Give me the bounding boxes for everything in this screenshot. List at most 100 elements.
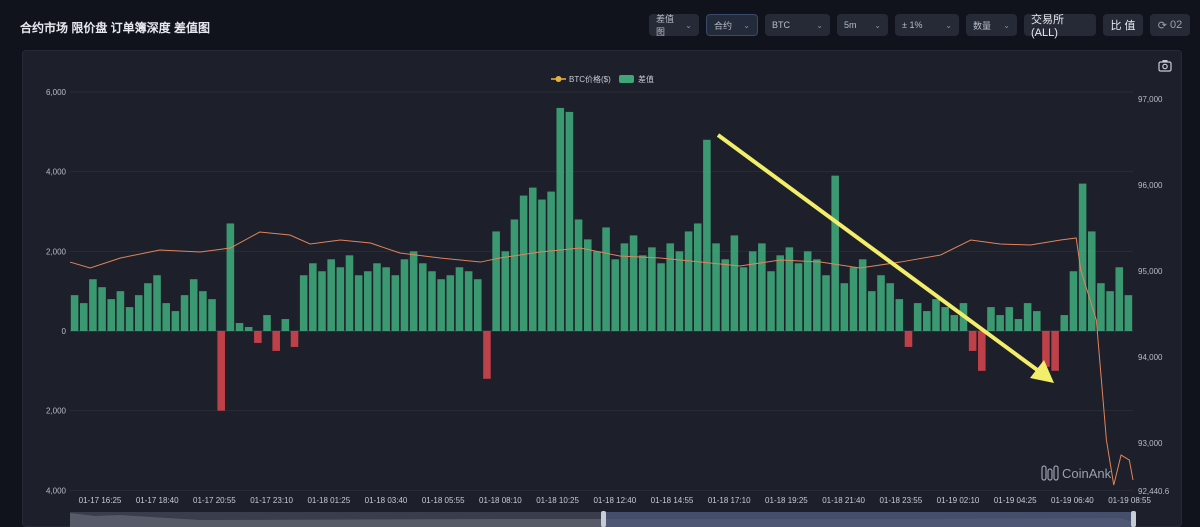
diff-bar: [327, 259, 335, 331]
diff-bar: [675, 251, 684, 331]
diff-bar: [235, 323, 244, 331]
legend: BTC价格($) 差值: [551, 74, 654, 84]
x-tick-label: 01-18 19:25: [765, 496, 808, 505]
navigator-selection[interactable]: [603, 512, 1133, 527]
diff-bar: [849, 267, 858, 331]
diff-bar: [629, 235, 638, 331]
right-tick-label: 94,000: [1138, 353, 1163, 362]
diff-bar: [134, 295, 143, 331]
diff-bar: [125, 307, 134, 331]
watermark-logo: CoinAnk: [1041, 465, 1112, 481]
diff-bar: [244, 327, 253, 331]
diff-bar: [758, 243, 766, 331]
diff-bar: [712, 243, 720, 331]
trend-arrow-annotation: [716, 133, 1054, 383]
diff-bar: [272, 331, 280, 351]
diff-bar: [226, 223, 235, 331]
diff-bar: [391, 275, 400, 331]
diff-bar: [318, 271, 326, 331]
x-tick-label: 01-18 12:40: [593, 496, 636, 505]
diff-bar: [455, 267, 464, 331]
diff-bar: [409, 251, 418, 331]
x-tick-label: 01-18 14:55: [651, 496, 694, 505]
diff-bar: [840, 283, 849, 331]
diff-bar: [593, 251, 601, 331]
navigator-handle-left[interactable]: [601, 511, 606, 527]
diff-bar: [813, 259, 821, 331]
diff-bar: [446, 275, 455, 331]
diff-bar: [153, 275, 161, 331]
diff-bar: [776, 255, 784, 331]
watermark-text: CoinAnk: [1062, 466, 1112, 481]
diff-bar: [1023, 303, 1032, 331]
diff-bar: [299, 275, 308, 331]
diff-bar: [904, 331, 913, 347]
diff-bar: [602, 227, 610, 331]
diff-bar: [739, 267, 748, 331]
diff-bar: [703, 139, 711, 331]
diff-bar: [996, 315, 1004, 331]
diff-bar: [877, 275, 885, 331]
diff-bar: [611, 259, 620, 331]
diff-bar: [217, 331, 225, 411]
diff-bar: [373, 263, 381, 331]
navigator-handle-right[interactable]: [1131, 511, 1136, 527]
chart: 6,000 4,000 2,000 0 2,000 4,000 97,000 96,000 95…: [46, 60, 1172, 527]
x-tick-label: 01-18 23:55: [879, 496, 922, 505]
diff-bar: [400, 259, 409, 331]
diff-bar: [1014, 319, 1023, 331]
diff-bar: [730, 235, 739, 331]
diff-bar: [354, 275, 363, 331]
diff-bar: [1106, 291, 1114, 331]
diff-bar: [263, 315, 271, 331]
diff-bar: [913, 303, 922, 331]
diff-bar: [767, 271, 775, 331]
legend-price-label[interactable]: BTC价格($): [569, 74, 611, 84]
x-tick-label: 01-18 10:25: [536, 496, 579, 505]
legend-diff-swatch: [619, 75, 634, 83]
diff-bar: [1069, 271, 1078, 331]
right-tick-label: 96,000: [1138, 181, 1163, 190]
diff-bar: [474, 279, 482, 331]
diff-bar: [638, 255, 647, 331]
diff-bar: [208, 299, 216, 331]
right-tick-label: 95,000: [1138, 267, 1163, 276]
diff-bar: [978, 331, 986, 371]
diff-bar: [794, 263, 803, 331]
diff-bar: [895, 299, 904, 331]
diff-bar: [693, 223, 702, 331]
x-tick-label: 01-18 21:40: [822, 496, 865, 505]
diff-bar: [547, 191, 555, 331]
x-tick-label: 01-19 02:10: [937, 496, 980, 505]
diff-bar: [1087, 231, 1096, 331]
diff-bar: [70, 295, 79, 331]
legend-diff-label[interactable]: 差值: [638, 74, 654, 84]
navigator[interactable]: [70, 511, 1136, 527]
diff-bar: [684, 231, 693, 331]
diff-bar: [1060, 315, 1069, 331]
diff-bar: [199, 291, 207, 331]
diff-bar: [189, 279, 198, 331]
diff-bar: [382, 267, 390, 331]
x-tick-label: 01-17 23:10: [250, 496, 293, 505]
diff-bar: [79, 303, 88, 331]
camera-icon[interactable]: [1158, 60, 1172, 72]
diff-bar: [364, 271, 372, 331]
diff-bar: [941, 307, 949, 331]
x-tick-label: 01-18 01:25: [307, 496, 350, 505]
diff-bar: [1051, 331, 1059, 371]
x-tick-label: 01-17 20:55: [193, 496, 236, 505]
diff-bar: [519, 195, 528, 331]
diff-bar: [162, 303, 171, 331]
diff-bar: [950, 315, 959, 331]
diff-bar: [721, 259, 729, 331]
diff-bar: [538, 199, 546, 331]
left-tick-label: 0: [62, 327, 67, 336]
diff-bar: [556, 107, 565, 331]
diff-bar: [116, 291, 125, 331]
diff-bar: [923, 311, 931, 331]
diff-bar: [98, 287, 106, 331]
diff-bar: [144, 283, 152, 331]
diff-bar: [831, 175, 839, 331]
diff-bar: [1124, 295, 1133, 331]
